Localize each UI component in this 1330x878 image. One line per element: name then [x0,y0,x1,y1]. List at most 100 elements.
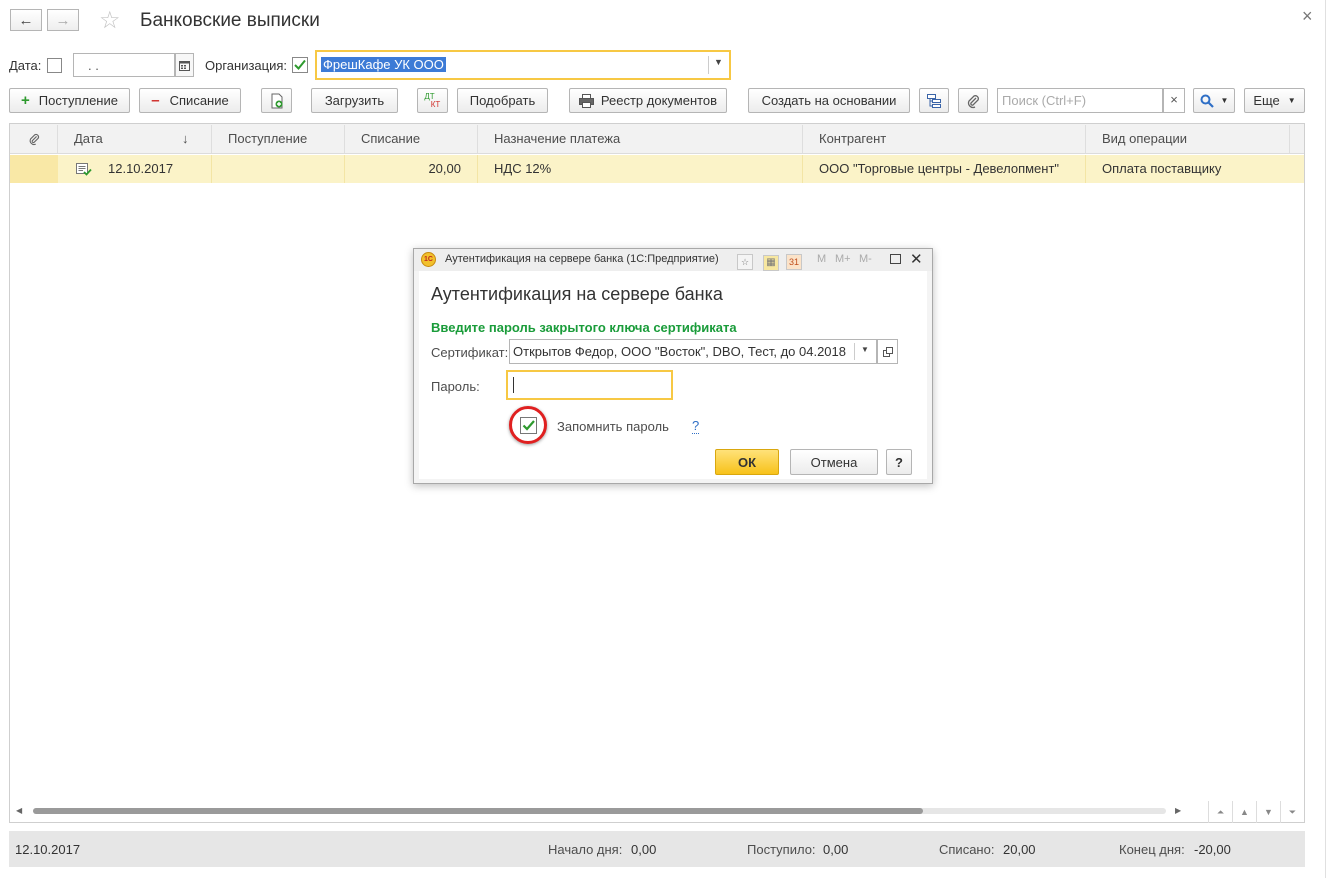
load-button[interactable]: Загрузить [311,88,398,113]
favorite-star-icon[interactable]: ☆ [99,6,121,35]
footer-date: 12.10.2017 [15,842,81,857]
org-filter-value: ФрешКафе УК ООО [321,57,446,72]
memory-plus-button[interactable]: M+ [835,253,851,265]
help-link[interactable]: ? [692,419,700,434]
favorite-icon[interactable]: ☆ [737,253,753,270]
back-button[interactable]: ← [10,9,42,31]
close-icon: × [1170,92,1178,107]
document-posted-icon [76,162,92,179]
hierarchy-icon [927,93,941,108]
column-header-date[interactable]: Дата ↓ [58,125,212,153]
dialog-heading: Аутентификация на сервере банка [431,284,723,304]
forward-button[interactable]: → [47,9,79,31]
prev-row-icon[interactable]: ▲ [1233,801,1257,823]
org-filter-select[interactable]: ФрешКафе УК ООО ▼ [315,50,731,80]
close-icon[interactable]: ✕ [910,250,923,268]
auth-dialog: 1C Аутентификация на сервере банка (1С:П… [413,248,933,484]
next-row-icon[interactable]: ▼ [1257,801,1281,823]
attachment-column-header[interactable] [10,125,58,153]
column-header-counterparty[interactable]: Контрагент [803,125,1086,153]
text-cursor [513,377,514,393]
open-window-icon [882,346,893,357]
column-header-receipt[interactable]: Поступление [212,125,345,153]
row-navigation: ⏶ ▲ ▼ ⏷ [1208,801,1304,823]
remember-password-label[interactable]: Запомнить пароль [557,419,669,434]
date-filter-checkbox[interactable] [47,58,62,73]
row-date: 12.10.2017 [92,155,212,183]
certificate-label: Сертификат: [431,345,509,360]
attach-button[interactable] [958,88,988,113]
documents-registry-button[interactable]: Реестр документов [569,88,727,113]
row-counterparty: ООО "Торговые центры - Девелопмент" [803,155,1086,183]
password-input[interactable] [506,370,673,400]
date-filter-input[interactable]: . . [73,53,175,77]
chevron-down-icon: ▼ [1287,96,1296,105]
checkmark-icon [520,417,537,434]
row-selector-cell[interactable] [10,155,58,183]
horizontal-scrollbar-thumb[interactable] [33,808,923,814]
certificate-value: Открытов Федор, ООО "Восток", DBO, Тест,… [513,344,846,359]
maximize-icon[interactable] [890,254,901,264]
dt-kt-button[interactable]: ДТ КТ [417,88,448,113]
app-logo-icon: 1C [421,252,436,267]
add-receipt-button[interactable]: + Поступление [9,88,130,113]
paperclip-icon [967,94,979,108]
first-row-icon[interactable]: ⏶ [1209,801,1233,823]
calendar-button[interactable] [175,53,194,77]
calendar-icon [179,60,190,71]
scroll-left-icon[interactable]: ◀ [16,806,22,815]
search-input[interactable]: Поиск (Ctrl+F) [997,88,1163,113]
dialog-window-title: Аутентификация на сервере банка (1С:Пред… [445,253,719,265]
arrow-left-icon: ← [18,11,34,29]
sort-descending-icon: ↓ [182,131,189,146]
row-writeoff: 20,00 [345,155,478,183]
footer-start-value: 0,00 [631,842,657,857]
footer-received-label: Поступило: [747,842,816,857]
remember-password-checkbox[interactable] [520,417,537,434]
structure-button[interactable] [919,88,949,113]
arrow-right-icon: → [55,11,71,29]
dialog-prompt: Введите пароль закрытого ключа сертифика… [431,320,737,335]
chevron-down-icon: ▼ [861,345,869,354]
search-button[interactable]: ▼ [1193,88,1235,113]
row-receipt [212,155,345,183]
row-purpose: НДС 12% [478,155,803,183]
row-operation: Оплата поставщику [1102,161,1222,176]
open-certificate-button[interactable] [877,339,898,364]
last-row-icon[interactable]: ⏷ [1281,801,1304,823]
dialog-titlebar: 1C Аутентификация на сервере банка (1С:П… [414,249,932,271]
footer-spent-label: Списано: [939,842,995,857]
password-label: Пароль: [431,379,480,394]
page-title: Банковские выписки [140,10,320,31]
calculator-icon[interactable]: ▦ [763,253,779,271]
column-header-writeoff[interactable]: Списание [345,125,478,153]
cancel-button[interactable]: Отмена [790,449,878,475]
certificate-select[interactable]: Открытов Федор, ООО "Восток", DBO, Тест,… [509,339,877,364]
close-icon[interactable]: × [1302,6,1313,27]
footer-bar [9,831,1305,867]
footer-end-label: Конец дня: [1119,842,1185,857]
memory-minus-button[interactable]: M- [859,253,872,265]
calendar-icon[interactable]: 31 [786,253,802,270]
column-header-operation[interactable]: Вид операции [1086,125,1290,153]
search-clear-button[interactable]: × [1163,88,1185,113]
more-button[interactable]: Еще ▼ [1244,88,1305,113]
select-button[interactable]: Подобрать [457,88,548,113]
minus-icon: – [151,92,160,109]
org-filter-checkbox[interactable] [292,57,308,73]
footer-spent-value: 20,00 [1003,842,1036,857]
org-filter-label: Организация: [205,58,288,73]
memory-m-button[interactable]: M [817,253,826,265]
help-button[interactable]: ? [886,449,912,475]
add-writeoff-button[interactable]: – Списание [139,88,241,113]
column-header-purpose[interactable]: Назначение платежа [478,125,803,153]
chevron-down-icon: ▼ [1220,96,1229,105]
ok-button[interactable]: ОК [715,449,779,475]
create-based-on-button[interactable]: Создать на основании [748,88,910,113]
document-add-icon [271,93,282,108]
chevron-down-icon: ▼ [714,57,723,67]
scroll-right-icon[interactable]: ▶ [1175,806,1181,815]
footer-start-label: Начало дня: [548,842,623,857]
footer-received-value: 0,00 [823,842,849,857]
copy-document-button[interactable] [261,88,292,113]
